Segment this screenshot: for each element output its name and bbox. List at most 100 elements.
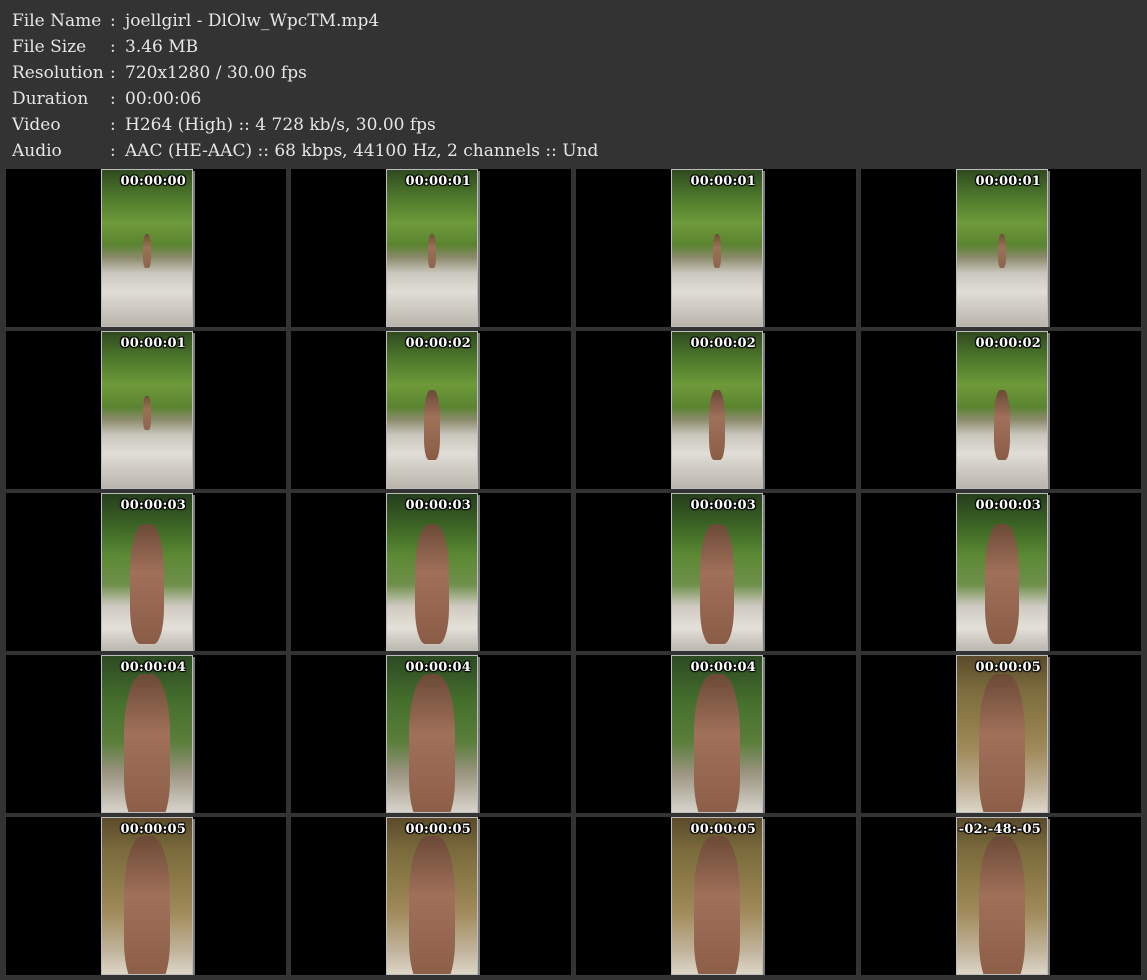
- person-figure: [985, 524, 1019, 644]
- info-label: Video: [12, 115, 61, 135]
- info-separator: :: [110, 115, 116, 135]
- media-info-header: File Name : joellgirl - DlOlw_WpcTM.mp4 …: [12, 8, 598, 164]
- info-separator: :: [110, 11, 116, 31]
- thumbnail-frame: 00:00:05: [386, 817, 478, 975]
- timecode-label: 00:00:04: [690, 660, 756, 675]
- person-figure: [143, 234, 151, 268]
- thumbnail-frame: 00:00:01: [956, 169, 1048, 327]
- info-label: File Size: [12, 37, 87, 57]
- info-row-resolution: Resolution : 720x1280 / 30.00 fps: [12, 60, 598, 86]
- info-value-video: H264 (High) :: 4 728 kb/s, 30.00 fps: [125, 115, 436, 135]
- thumbnail-frame: 00:00:05: [956, 655, 1048, 813]
- info-value-resolution: 720x1280 / 30.00 fps: [125, 63, 307, 83]
- timecode-label: 00:00:02: [975, 336, 1041, 351]
- timecode-label: 00:00:03: [120, 498, 186, 513]
- info-row-duration: Duration : 00:00:06: [12, 86, 598, 112]
- timecode-label: 00:00:05: [975, 660, 1041, 675]
- info-separator: :: [110, 141, 116, 161]
- info-row-file-size: File Size : 3.46 MB: [12, 34, 598, 60]
- person-figure: [979, 836, 1025, 974]
- thumbnail-frame: 00:00:04: [671, 655, 763, 813]
- thumbnail-frame: 00:00:00: [101, 169, 193, 327]
- info-separator: :: [110, 37, 116, 57]
- info-value-duration: 00:00:06: [125, 89, 202, 109]
- thumbnail-cell[interactable]: 00:00:05: [291, 817, 571, 975]
- thumbnail-cell[interactable]: 00:00:02: [861, 331, 1141, 489]
- thumbnail-cell[interactable]: -02:-48:-05: [861, 817, 1141, 975]
- info-separator: :: [110, 89, 116, 109]
- thumbnail-cell[interactable]: 00:00:05: [861, 655, 1141, 813]
- thumbnail-cell[interactable]: 00:00:04: [291, 655, 571, 813]
- timecode-label: 00:00:00: [120, 174, 186, 189]
- info-label: Duration: [12, 89, 89, 109]
- info-row-audio: Audio : AAC (HE-AAC) :: 68 kbps, 44100 H…: [12, 138, 598, 164]
- thumbnail-cell[interactable]: 00:00:05: [576, 817, 856, 975]
- person-figure: [713, 234, 721, 268]
- info-value-audio: AAC (HE-AAC) :: 68 kbps, 44100 Hz, 2 cha…: [125, 141, 599, 161]
- thumbnail-frame: 00:00:03: [671, 493, 763, 651]
- person-figure: [998, 234, 1006, 268]
- info-label: File Name: [12, 11, 102, 31]
- thumbnail-frame: 00:00:04: [101, 655, 193, 813]
- person-figure: [994, 390, 1010, 460]
- thumbnail-cell[interactable]: 00:00:00: [6, 169, 286, 327]
- thumbnail-cell[interactable]: 00:00:02: [576, 331, 856, 489]
- timecode-label: 00:00:04: [120, 660, 186, 675]
- info-value-file-size: 3.46 MB: [125, 37, 199, 57]
- thumbnail-cell[interactable]: 00:00:01: [861, 169, 1141, 327]
- timecode-label: 00:00:05: [690, 822, 756, 837]
- info-row-file-name: File Name : joellgirl - DlOlw_WpcTM.mp4: [12, 8, 598, 34]
- thumbnail-frame: 00:00:05: [101, 817, 193, 975]
- info-label: Resolution: [12, 63, 104, 83]
- person-figure: [124, 674, 170, 812]
- person-figure: [424, 390, 440, 460]
- person-figure: [694, 836, 740, 974]
- thumbnail-frame: 00:00:02: [671, 331, 763, 489]
- thumbnail-frame: 00:00:01: [671, 169, 763, 327]
- thumbnail-cell[interactable]: 00:00:01: [576, 169, 856, 327]
- person-figure: [130, 524, 164, 644]
- person-figure: [409, 836, 455, 974]
- person-figure: [694, 674, 740, 812]
- thumbnail-frame: 00:00:04: [386, 655, 478, 813]
- person-figure: [143, 396, 151, 430]
- timecode-label: -02:-48:-05: [958, 822, 1041, 837]
- person-figure: [700, 524, 734, 644]
- thumbnail-cell[interactable]: 00:00:01: [6, 331, 286, 489]
- thumbnail-cell[interactable]: 00:00:03: [291, 493, 571, 651]
- timecode-label: 00:00:03: [975, 498, 1041, 513]
- thumbnail-cell[interactable]: 00:00:03: [861, 493, 1141, 651]
- thumbnail-cell[interactable]: 00:00:01: [291, 169, 571, 327]
- timecode-label: 00:00:02: [690, 336, 756, 351]
- thumbnail-cell[interactable]: 00:00:02: [291, 331, 571, 489]
- thumbnail-frame: 00:00:03: [956, 493, 1048, 651]
- timecode-label: 00:00:04: [405, 660, 471, 675]
- thumbnail-frame: 00:00:03: [101, 493, 193, 651]
- thumbnail-cell[interactable]: 00:00:03: [6, 493, 286, 651]
- person-figure: [409, 674, 455, 812]
- thumbnail-frame: 00:00:01: [386, 169, 478, 327]
- info-label: Audio: [12, 141, 62, 161]
- person-figure: [415, 524, 449, 644]
- thumbnail-frame: 00:00:05: [671, 817, 763, 975]
- info-value-file-name: joellgirl - DlOlw_WpcTM.mp4: [125, 11, 380, 31]
- thumbnail-cell[interactable]: 00:00:03: [576, 493, 856, 651]
- timecode-label: 00:00:01: [975, 174, 1041, 189]
- thumbnail-frame: 00:00:02: [386, 331, 478, 489]
- thumbnail-frame: 00:00:01: [101, 331, 193, 489]
- thumbnail-frame: -02:-48:-05: [956, 817, 1048, 975]
- person-figure: [979, 674, 1025, 812]
- thumbnail-cell[interactable]: 00:00:04: [576, 655, 856, 813]
- thumbnail-frame: 00:00:03: [386, 493, 478, 651]
- info-row-video: Video : H264 (High) :: 4 728 kb/s, 30.00…: [12, 112, 598, 138]
- person-figure: [709, 390, 725, 460]
- thumbnail-cell[interactable]: 00:00:05: [6, 817, 286, 975]
- thumbnail-grid: 00:00:00 00:00:01 00:00:01 00:00:01 00:0…: [6, 169, 1142, 977]
- thumbnail-frame: 00:00:02: [956, 331, 1048, 489]
- timecode-label: 00:00:05: [120, 822, 186, 837]
- thumbnail-cell[interactable]: 00:00:04: [6, 655, 286, 813]
- timecode-label: 00:00:01: [120, 336, 186, 351]
- timecode-label: 00:00:01: [690, 174, 756, 189]
- person-figure: [124, 836, 170, 974]
- person-figure: [428, 234, 436, 268]
